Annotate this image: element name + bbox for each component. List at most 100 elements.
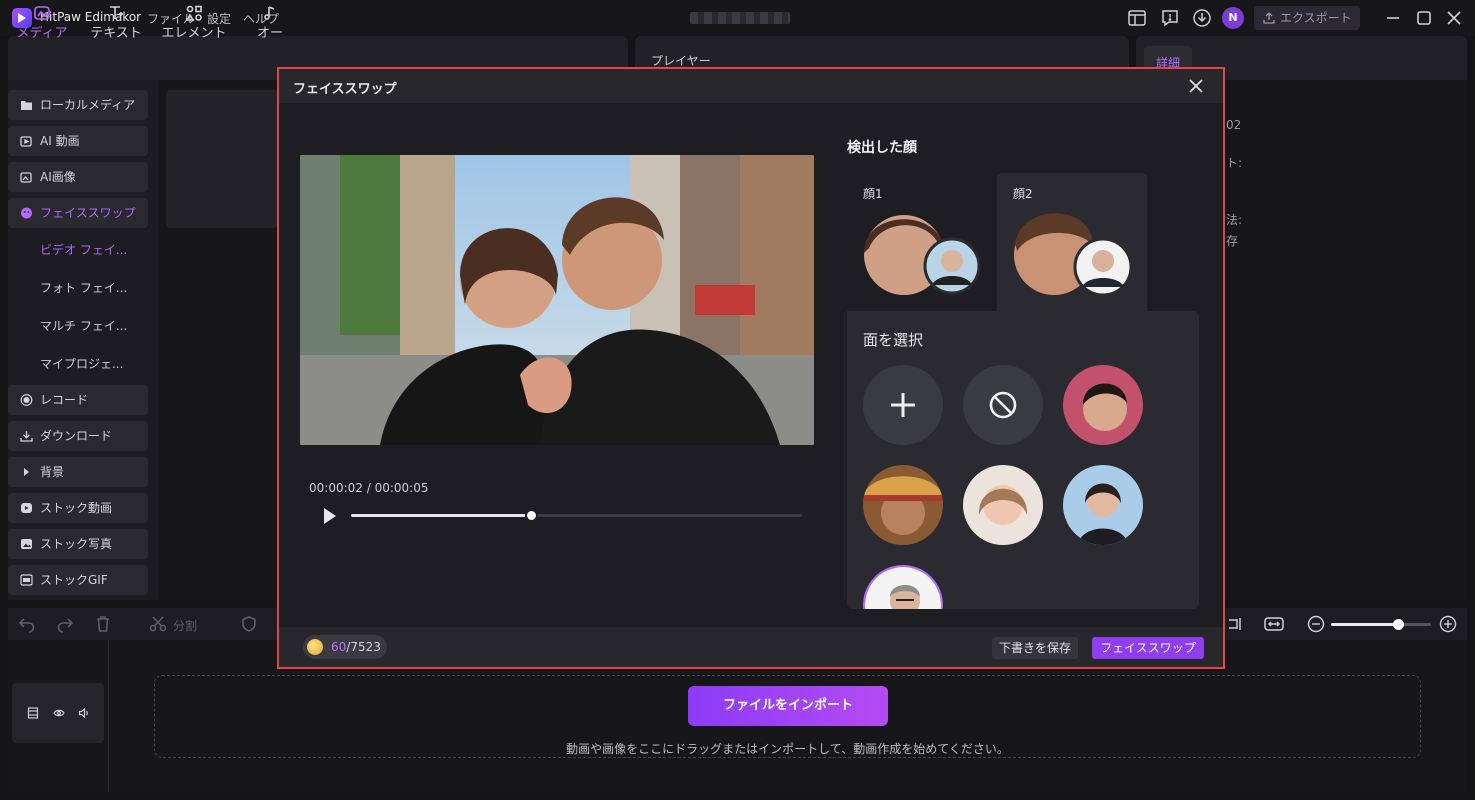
sidebar-item-stock-gif[interactable]: ストックGIF	[8, 565, 148, 595]
sidebar-item-label: フェイススワップ	[40, 206, 136, 220]
video-timecode: 00:00:02 / 00:00:05	[309, 481, 429, 495]
sidebar-sub-multi-face[interactable]: マルチ フェイ...	[8, 311, 148, 341]
feedback-icon[interactable]	[1160, 8, 1180, 28]
maximize-icon[interactable]	[1414, 8, 1434, 28]
sidebar-item-ai-image[interactable]: AI画像	[8, 162, 148, 192]
record-icon	[20, 394, 33, 406]
export-button[interactable]: エクスポート	[1254, 6, 1360, 30]
dialog-title: フェイススワップ	[293, 82, 397, 97]
credits-used: 60	[331, 640, 347, 654]
face-tab-1[interactable]: 顔1	[847, 173, 997, 311]
play-icon[interactable]	[323, 507, 337, 525]
tab-media-label: メディア	[16, 26, 68, 41]
add-face-button[interactable]	[863, 365, 943, 445]
redo-icon[interactable]	[56, 615, 74, 636]
save-draft-button[interactable]: 下書きを保存	[992, 637, 1078, 659]
sidebar-item-label: ダウンロード	[40, 429, 113, 443]
import-file-button[interactable]: ファイルをインポート	[688, 686, 888, 726]
video-preview[interactable]	[300, 155, 814, 445]
close-window-icon[interactable]	[1444, 8, 1464, 28]
layout-icon[interactable]	[1127, 8, 1147, 28]
zoom-in-icon[interactable]	[1439, 615, 1457, 636]
credits-badge: 60/7523	[303, 635, 387, 659]
ai-video-icon	[20, 136, 32, 147]
user-avatar[interactable]: N	[1222, 7, 1244, 29]
face-option-1[interactable]	[1063, 365, 1143, 445]
track-controls	[12, 683, 104, 743]
dropzone-hint: 動画や画像をここにドラッグまたはインポートして、動画作成を始めてください。	[566, 742, 1009, 756]
select-face-title: 面を選択	[863, 331, 924, 349]
details-partial-text: 存	[1226, 234, 1239, 248]
sidebar-item-stock-photo[interactable]: ストック写真	[8, 529, 148, 559]
face-swap-dialog: フェイススワップ 00:00:02 / 00:00:05 検出した顔 顔1 顔2…	[277, 67, 1225, 669]
sidebar-item-face-swap[interactable]: フェイススワップ	[8, 198, 148, 228]
sidebar-item-label: AI 動画	[40, 134, 80, 148]
close-icon[interactable]	[1187, 77, 1205, 95]
gif-icon	[20, 574, 33, 586]
tab-element[interactable]: エレメント	[158, 4, 230, 44]
audio-icon	[264, 6, 275, 20]
dialog-footer	[279, 627, 1223, 667]
sidebar-item-local-media[interactable]: ローカルメディア	[8, 90, 148, 120]
face-option-4[interactable]	[1063, 465, 1143, 545]
tab-audio-label: オー	[256, 26, 283, 41]
snap-icon[interactable]	[1228, 615, 1242, 636]
download-icon	[20, 431, 33, 442]
face-option-3[interactable]	[963, 465, 1043, 545]
select-face-panel: 面を選択	[847, 311, 1199, 609]
details-partial-text: 02	[1226, 118, 1242, 132]
undo-icon[interactable]	[18, 615, 36, 636]
no-face-button[interactable]	[963, 365, 1043, 445]
sidebar-item-label: AI画像	[40, 170, 76, 184]
download-circle-icon[interactable]	[1192, 8, 1212, 28]
zoom-out-icon[interactable]	[1307, 615, 1325, 636]
split-label[interactable]: 分割	[173, 617, 197, 634]
shield-icon[interactable]	[240, 615, 258, 636]
face-swap-button[interactable]: フェイススワップ	[1092, 637, 1204, 659]
video-progress-handle[interactable]	[525, 509, 539, 522]
credits-total: /7523	[346, 640, 381, 654]
stock-video-icon	[21, 503, 32, 513]
track-video-icon[interactable]	[27, 707, 39, 719]
sidebar-item-label: ストック動画	[40, 501, 113, 515]
delete-icon[interactable]	[94, 615, 112, 636]
sidebar-sub-video-face[interactable]: ビデオ フェイ...	[8, 235, 148, 265]
face-swap-icon	[21, 207, 32, 219]
sidebar-item-stock-video[interactable]: ストック動画	[8, 493, 148, 523]
detected-faces-title: 検出した顔	[847, 140, 917, 156]
tab-element-label: エレメント	[161, 26, 227, 41]
video-progress-fill	[351, 514, 532, 517]
tab-media[interactable]: メディア	[12, 4, 72, 44]
zoom-slider-handle[interactable]	[1393, 619, 1404, 630]
face-option-2[interactable]	[863, 465, 943, 545]
sidebar-item-ai-video[interactable]: AI 動画	[8, 126, 148, 156]
tab-audio[interactable]: オー	[240, 4, 300, 44]
tab-text[interactable]: テキスト	[86, 4, 146, 44]
sidebar-sub-photo-face[interactable]: フォト フェイ...	[8, 273, 148, 303]
element-icon	[185, 5, 202, 21]
minimize-icon[interactable]	[1383, 8, 1403, 28]
sidebar-sub-my-projects[interactable]: マイプロジェ...	[8, 349, 148, 379]
caret-right-icon	[24, 468, 29, 476]
speaker-icon[interactable]	[78, 707, 90, 719]
sidebar-item-background[interactable]: 背景	[8, 457, 148, 487]
sidebar-item-download[interactable]: ダウンロード	[8, 421, 148, 451]
stock-photo-icon	[21, 539, 32, 549]
media-thumbnail[interactable]	[166, 90, 278, 228]
plus-icon	[891, 393, 915, 417]
zoom-slider-fill	[1331, 623, 1398, 626]
sidebar-item-record[interactable]: レコード	[8, 385, 148, 415]
prohibit-icon	[989, 391, 1017, 419]
fit-width-icon[interactable]	[1264, 615, 1284, 636]
dialog-header	[279, 69, 1223, 103]
media-icon	[34, 6, 50, 20]
text-icon	[110, 6, 123, 19]
ai-image-icon	[20, 172, 32, 183]
coin-icon	[307, 639, 323, 655]
face-option-5[interactable]	[863, 565, 943, 609]
face-tab-2[interactable]: 顔2	[997, 173, 1147, 311]
timeline-divider	[108, 640, 109, 792]
tab-text-label: テキスト	[90, 26, 142, 41]
split-icon[interactable]	[149, 615, 167, 636]
eye-icon[interactable]	[53, 707, 65, 719]
